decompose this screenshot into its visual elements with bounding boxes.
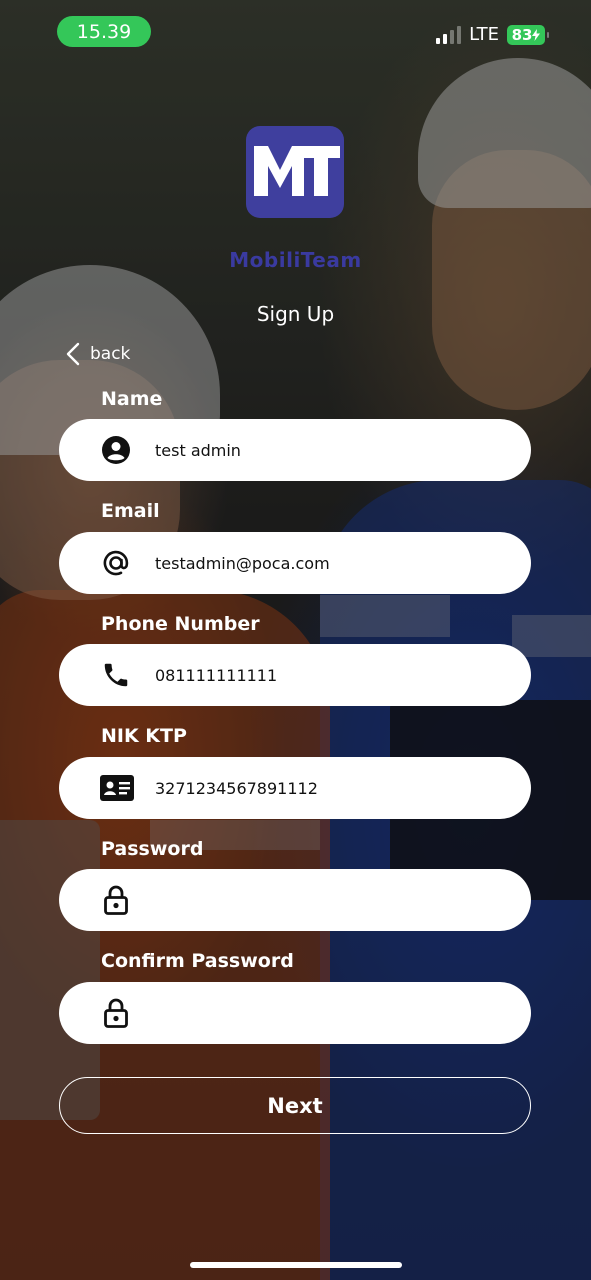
status-time: 15.39 bbox=[57, 16, 151, 47]
nik-label: NIK KTP bbox=[101, 725, 187, 747]
battery-level: 83 bbox=[511, 25, 533, 44]
account-circle-icon bbox=[101, 435, 131, 465]
password-label: Password bbox=[101, 838, 204, 860]
phone-field[interactable] bbox=[59, 644, 531, 706]
nik-input[interactable] bbox=[155, 769, 507, 807]
name-field[interactable] bbox=[59, 419, 531, 481]
password-input[interactable] bbox=[155, 881, 507, 919]
home-indicator[interactable] bbox=[190, 1262, 402, 1268]
password-field[interactable] bbox=[59, 869, 531, 931]
network-type: LTE bbox=[469, 24, 499, 45]
at-sign-icon bbox=[101, 548, 131, 578]
phone-icon bbox=[101, 660, 131, 690]
brand-name: MobiliTeam bbox=[229, 248, 362, 272]
signal-strength-icon bbox=[436, 25, 462, 44]
phone-input[interactable] bbox=[155, 656, 507, 694]
email-input[interactable] bbox=[155, 544, 507, 582]
app-logo bbox=[246, 126, 344, 218]
status-indicators: LTE 83 bbox=[436, 24, 549, 45]
page-title: Sign Up bbox=[256, 302, 335, 326]
nik-field[interactable] bbox=[59, 757, 531, 819]
next-button[interactable]: Next bbox=[59, 1077, 531, 1134]
battery-icon: 83 bbox=[507, 24, 549, 45]
id-card-icon bbox=[99, 773, 135, 803]
back-button[interactable]: back bbox=[66, 342, 130, 366]
confirm-password-input[interactable] bbox=[155, 994, 507, 1032]
chevron-left-icon bbox=[66, 342, 80, 366]
back-label: back bbox=[90, 344, 131, 364]
phone-label: Phone Number bbox=[101, 613, 260, 635]
email-label: Email bbox=[101, 500, 160, 522]
lock-icon bbox=[101, 885, 131, 915]
charging-bolt-icon bbox=[532, 28, 541, 41]
email-field[interactable] bbox=[59, 532, 531, 594]
confirm-password-field[interactable] bbox=[59, 982, 531, 1044]
name-input[interactable] bbox=[155, 431, 507, 469]
name-label: Name bbox=[101, 388, 163, 410]
lock-icon bbox=[101, 998, 131, 1028]
confirm-password-label: Confirm Password bbox=[101, 950, 294, 972]
